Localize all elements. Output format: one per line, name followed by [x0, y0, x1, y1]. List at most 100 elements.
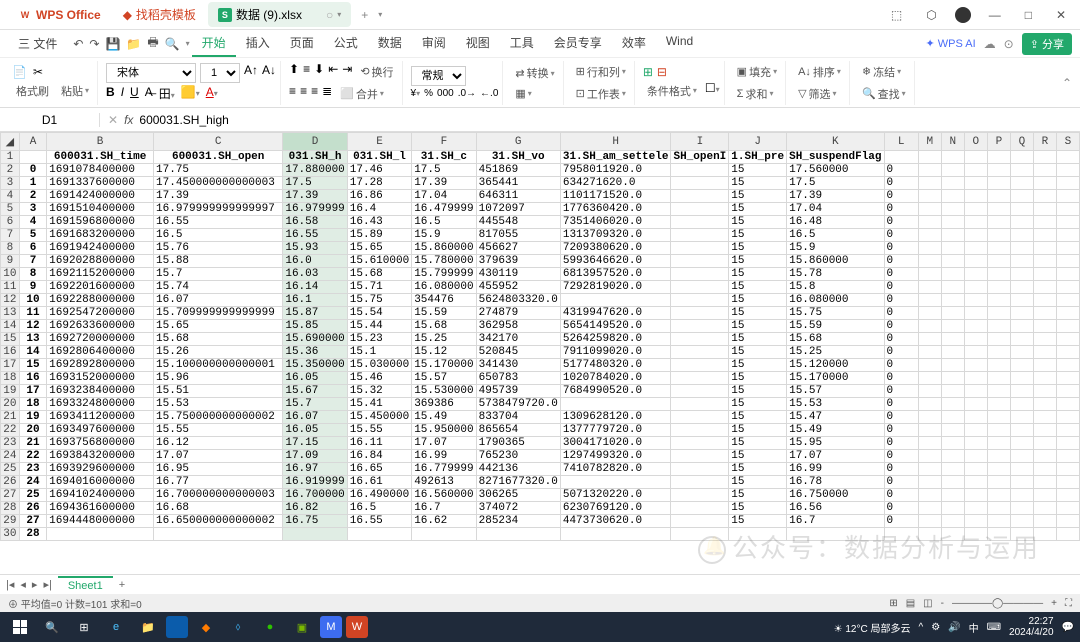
cell[interactable]: 0	[884, 463, 918, 476]
cell[interactable]	[1010, 372, 1033, 385]
cell[interactable]	[964, 255, 987, 268]
cell-style-icon[interactable]: ☐▾	[705, 81, 720, 101]
cell[interactable]: 0	[884, 255, 918, 268]
cell[interactable]	[941, 489, 964, 502]
row-header-20[interactable]: 20	[1, 398, 20, 411]
cell[interactable]	[1010, 411, 1033, 424]
cell[interactable]	[671, 242, 729, 255]
cell[interactable]	[941, 281, 964, 294]
cell[interactable]: 6813957520.0	[560, 268, 671, 281]
col-header-G[interactable]: G	[476, 133, 560, 151]
cell[interactable]	[1056, 489, 1079, 502]
indent-left-icon[interactable]: ⇤	[328, 62, 338, 82]
cell[interactable]: 17.39	[283, 190, 347, 203]
header-cell[interactable]: SH_openI	[671, 151, 729, 164]
header-cell[interactable]: 031.SH_l	[347, 151, 411, 164]
cell[interactable]	[1010, 502, 1033, 515]
cell[interactable]	[671, 203, 729, 216]
cell[interactable]: 0	[884, 333, 918, 346]
cell[interactable]: 16.97	[283, 463, 347, 476]
cell[interactable]	[671, 281, 729, 294]
cell[interactable]	[941, 528, 964, 541]
cell[interactable]: 0	[884, 489, 918, 502]
cell[interactable]: 16.700000	[283, 489, 347, 502]
cell[interactable]: 13	[19, 333, 46, 346]
cell[interactable]	[1010, 177, 1033, 190]
cell[interactable]: 15.350000	[283, 359, 347, 372]
cell[interactable]	[671, 424, 729, 437]
sheet-last-icon[interactable]: ▸|	[43, 578, 51, 591]
header-cell[interactable]	[1056, 151, 1079, 164]
cell[interactable]: 0	[884, 190, 918, 203]
cell[interactable]: 15.68	[412, 320, 476, 333]
italic-button[interactable]: I	[121, 85, 124, 102]
col-header-H[interactable]: H	[560, 133, 671, 151]
header-cell[interactable]: 31.SH_vo	[476, 151, 560, 164]
cell[interactable]: 0	[884, 450, 918, 463]
cell[interactable]: 16.61	[347, 476, 411, 489]
cell[interactable]	[671, 450, 729, 463]
cell[interactable]	[941, 346, 964, 359]
app-icon-2[interactable]: ◆	[192, 614, 220, 640]
cell[interactable]	[964, 489, 987, 502]
cell[interactable]	[671, 190, 729, 203]
col-header-N[interactable]: N	[941, 133, 964, 151]
wps-taskbar-icon[interactable]: W	[346, 616, 368, 638]
cell[interactable]: 21	[19, 437, 46, 450]
cell[interactable]	[964, 502, 987, 515]
cell[interactable]: 650783	[476, 372, 560, 385]
document-tab[interactable]: S数据 (9).xlsx○▾	[208, 2, 351, 27]
cell[interactable]: 15	[729, 268, 787, 281]
app-icon-4[interactable]: M	[320, 616, 342, 638]
cell[interactable]	[1056, 515, 1079, 528]
cell[interactable]: 14	[19, 346, 46, 359]
cell[interactable]	[941, 190, 964, 203]
cell[interactable]: 17.5	[787, 177, 884, 190]
cell[interactable]: 17.04	[412, 190, 476, 203]
cell[interactable]: 15.170000	[412, 359, 476, 372]
cell[interactable]: 15	[729, 346, 787, 359]
cell[interactable]: 0	[884, 268, 918, 281]
cell[interactable]: 1691942400000	[47, 242, 154, 255]
cell[interactable]: 15.860000	[412, 242, 476, 255]
row-header-12[interactable]: 12	[1, 294, 20, 307]
col-header-D[interactable]: D	[283, 133, 347, 151]
cell[interactable]: 15.49	[787, 424, 884, 437]
header-cell[interactable]	[964, 151, 987, 164]
add-sheet-button[interactable]: +	[119, 579, 125, 591]
cell[interactable]: 15.55	[347, 424, 411, 437]
cell[interactable]: 1692547200000	[47, 307, 154, 320]
clock[interactable]: 22:272024/4/20	[1009, 616, 1054, 638]
cell[interactable]	[941, 437, 964, 450]
percent-icon[interactable]: %	[424, 88, 433, 99]
menu-视图[interactable]: 视图	[456, 30, 500, 57]
app-icon-1[interactable]	[166, 616, 188, 638]
comma-icon[interactable]: 000	[437, 88, 454, 99]
cell[interactable]: 306265	[476, 489, 560, 502]
cell[interactable]	[671, 359, 729, 372]
menu-会员专享[interactable]: 会员专享	[544, 30, 612, 57]
cell[interactable]	[671, 177, 729, 190]
cell[interactable]: 16.5	[412, 216, 476, 229]
cell[interactable]	[1056, 190, 1079, 203]
cell[interactable]	[1056, 255, 1079, 268]
cell[interactable]: 15.709999999999999	[154, 307, 283, 320]
font-color-button[interactable]: A▾	[206, 85, 218, 102]
bold-button[interactable]: B	[106, 85, 115, 102]
cell[interactable]	[918, 216, 941, 229]
convert-button[interactable]: ⇄ 转换▾	[511, 63, 558, 83]
header-cell[interactable]	[987, 151, 1010, 164]
cell[interactable]	[283, 528, 347, 541]
cell[interactable]: 8271677320.0	[476, 476, 560, 489]
cell[interactable]: 5	[19, 229, 46, 242]
cell[interactable]: 1776360420.0	[560, 203, 671, 216]
row-header-9[interactable]: 9	[1, 255, 20, 268]
cell[interactable]: 15.750000000000002	[154, 411, 283, 424]
cell[interactable]: 20	[19, 424, 46, 437]
cell[interactable]: 1691078400000	[47, 164, 154, 177]
cell[interactable]: 15.1	[347, 346, 411, 359]
row-header-27[interactable]: 27	[1, 489, 20, 502]
cell[interactable]	[1056, 216, 1079, 229]
cell[interactable]: 15.25	[787, 346, 884, 359]
share-button[interactable]: ⇪ 分享	[1022, 33, 1072, 55]
